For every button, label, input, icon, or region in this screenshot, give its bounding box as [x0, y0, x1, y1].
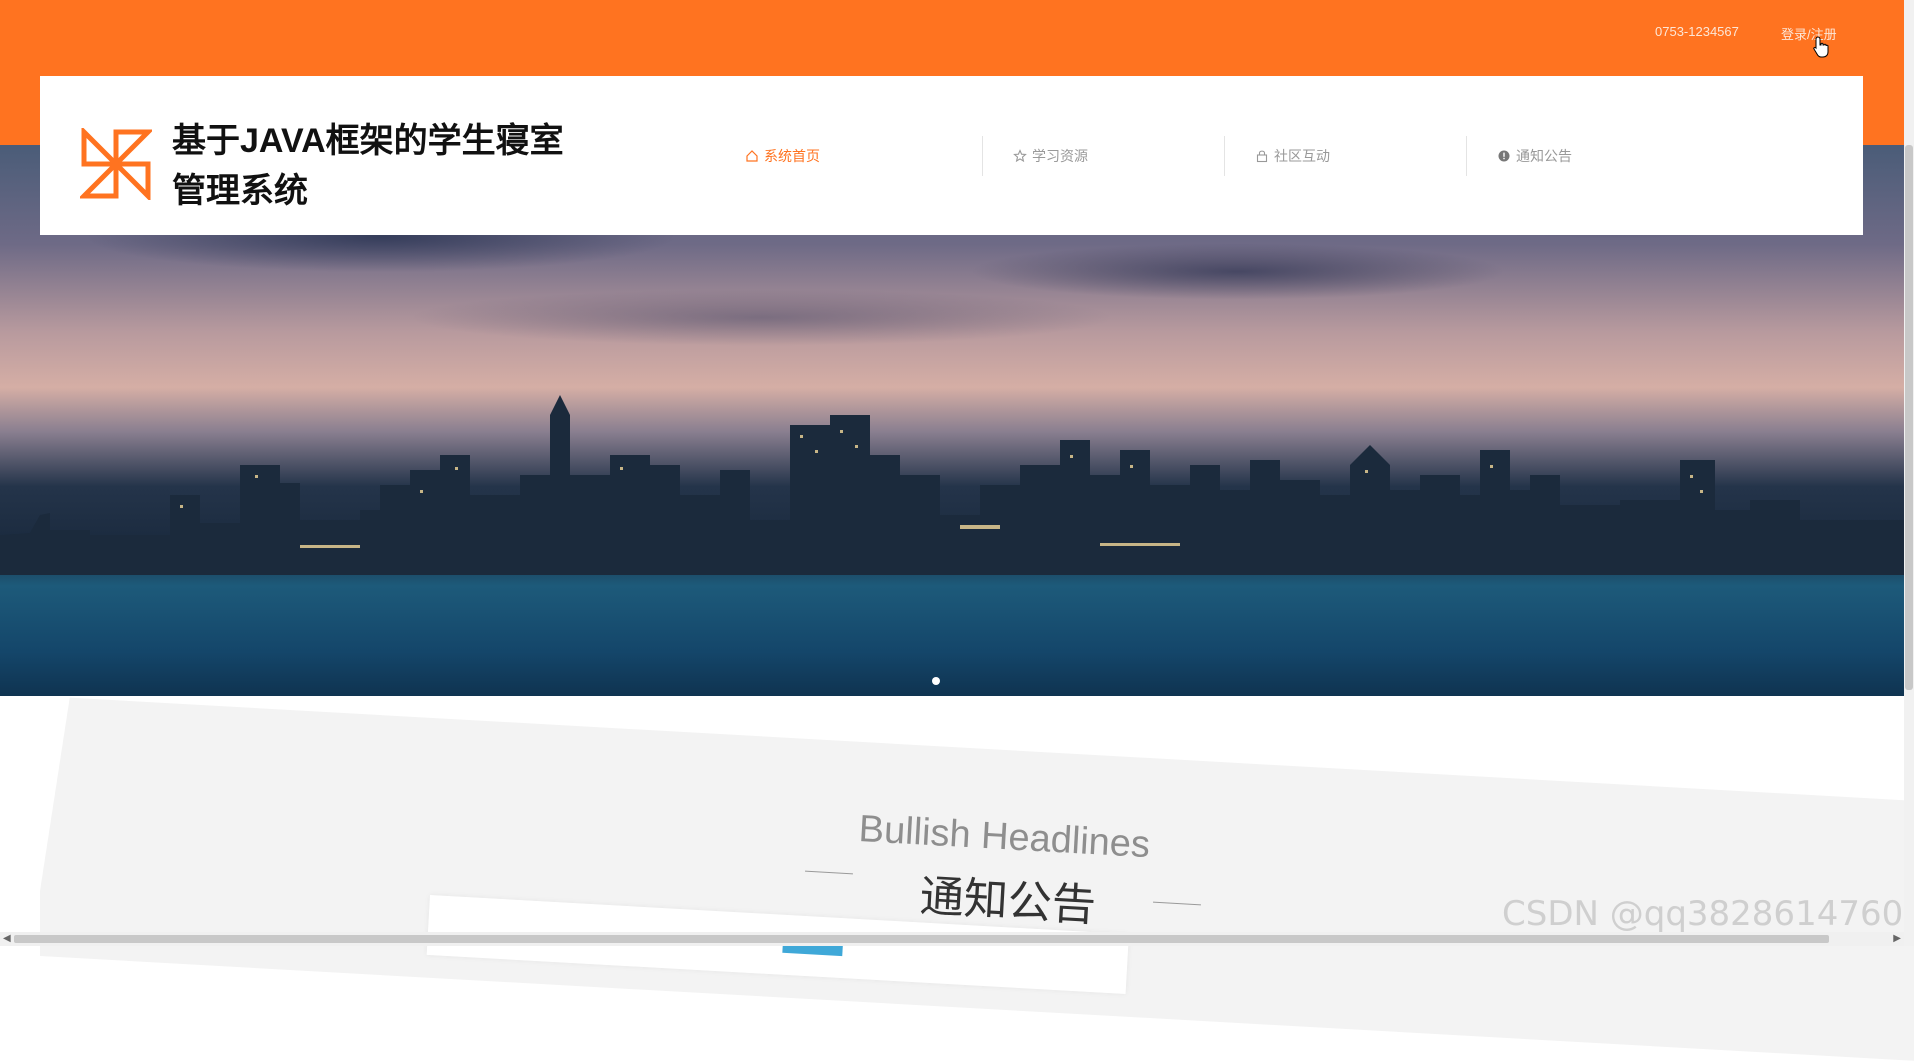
star-icon [1013, 149, 1027, 163]
site-header: 基于JAVA框架的学生寝室 管理系统 系统首页 学习资源 社区互动 通知公告 [40, 76, 1863, 235]
main-nav: 系统首页 学习资源 社区互动 通知公告 [740, 136, 1708, 176]
nav-label-announcements: 通知公告 [1516, 148, 1572, 164]
home-icon [746, 150, 758, 162]
site-title-line2: 管理系统 [172, 172, 308, 210]
scroll-left-arrow-icon[interactable]: ◀ [3, 933, 11, 944]
nav-item-home[interactable]: 系统首页 [740, 136, 982, 176]
city-skyline-image [0, 395, 1904, 575]
nav-item-announcements[interactable]: 通知公告 [1466, 136, 1708, 176]
site-title: 基于JAVA框架的学生寝室 管理系统 [172, 116, 622, 216]
scroll-right-arrow-icon[interactable]: ▶ [1893, 933, 1901, 944]
section-title-cn: 通知公告 [918, 871, 1098, 931]
horizontal-scrollbar-thumb[interactable] [14, 935, 1829, 943]
nav-label-learning-resources: 学习资源 [1032, 148, 1088, 164]
mouse-cursor-icon [1813, 36, 1829, 58]
top-phone-number: 0753-1234567 [1655, 24, 1739, 39]
nav-item-community[interactable]: 社区互动 [1224, 136, 1466, 176]
alert-circle-icon [1498, 150, 1510, 162]
vertical-scrollbar[interactable] [1904, 0, 1914, 946]
nav-label-home: 系统首页 [764, 148, 820, 164]
watermark-text: CSDN @qq3828614760 [1502, 894, 1904, 934]
nav-item-learning-resources[interactable]: 学习资源 [982, 136, 1224, 176]
carousel-dot[interactable] [932, 677, 940, 685]
lock-icon [1256, 150, 1268, 163]
horizontal-scrollbar[interactable]: ◀ ▶ [0, 932, 1904, 946]
nav-label-community: 社区互动 [1274, 148, 1330, 164]
vertical-scrollbar-thumb[interactable] [1905, 145, 1913, 690]
site-title-line1: 基于JAVA框架的学生寝室 [172, 122, 564, 160]
pinwheel-logo-icon [80, 128, 152, 200]
